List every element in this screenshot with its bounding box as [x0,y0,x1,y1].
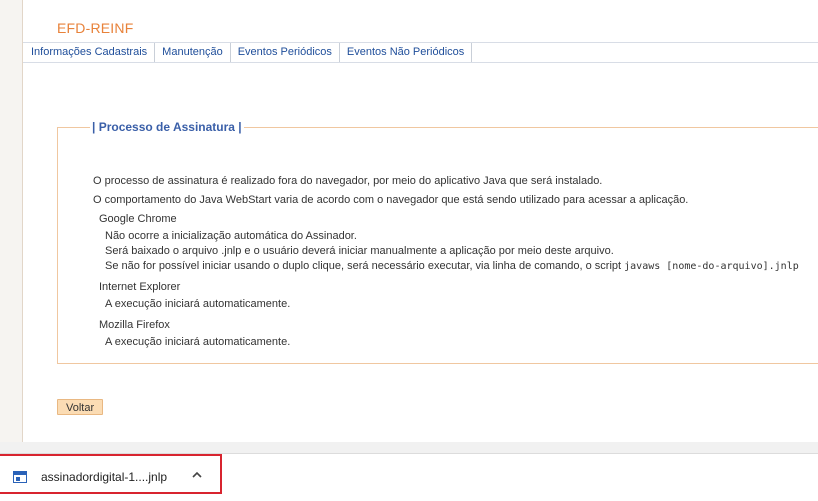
jnlp-file-icon [13,471,27,483]
main-menu-bar: Informações Cadastrais Manutenção Evento… [23,42,818,63]
download-bar: assinadordigital-1....jnlp [0,453,818,501]
firefox-line-1: A execução iniciará automaticamente. [105,336,291,348]
menu-manutencao[interactable]: Manutenção [155,43,231,62]
menu-eventos-nao-periodicos[interactable]: Eventos Não Periódicos [340,43,473,62]
browser-name-firefox: Mozilla Firefox [99,319,170,331]
panel-legend: | Processo de Assinatura | [92,120,242,134]
page-bottom-band [0,442,818,453]
download-item[interactable]: assinadordigital-1....jnlp [0,454,222,494]
javaws-command: javaws [nome-do-arquivo].jnlp [624,261,799,272]
app-window: EFD-REINF Informações Cadastrais Manuten… [23,0,818,442]
menu-eventos-periodicos[interactable]: Eventos Periódicos [231,43,340,62]
signature-process-panel: | Processo de Assinatura | O processo de… [57,120,818,364]
menu-informacoes-cadastrais[interactable]: Informações Cadastrais [23,43,156,62]
chrome-line-1: Não ocorre a inicialização automática do… [105,230,357,242]
back-button[interactable]: Voltar [57,399,104,415]
chrome-line-3-text: Se não for possível iniciar usando o dup… [105,260,625,272]
behavior-text: O comportamento do Java WebStart varia d… [93,194,689,206]
ie-line-1: A execução iniciará automaticamente. [105,298,291,310]
intro-text: O processo de assinatura é realizado for… [93,175,603,187]
left-margin-strip [0,0,23,442]
browser-name-chrome: Google Chrome [99,213,177,225]
chrome-line-3: Se não for possível iniciar usando o dup… [105,260,799,273]
browser-name-ie: Internet Explorer [99,281,181,293]
app-title: EFD-REINF [57,20,134,36]
chevron-up-icon[interactable] [190,468,204,482]
download-file-name[interactable]: assinadordigital-1....jnlp [41,470,167,484]
chrome-line-2: Será baixado o arquivo .jnlp e o usuário… [105,245,614,257]
